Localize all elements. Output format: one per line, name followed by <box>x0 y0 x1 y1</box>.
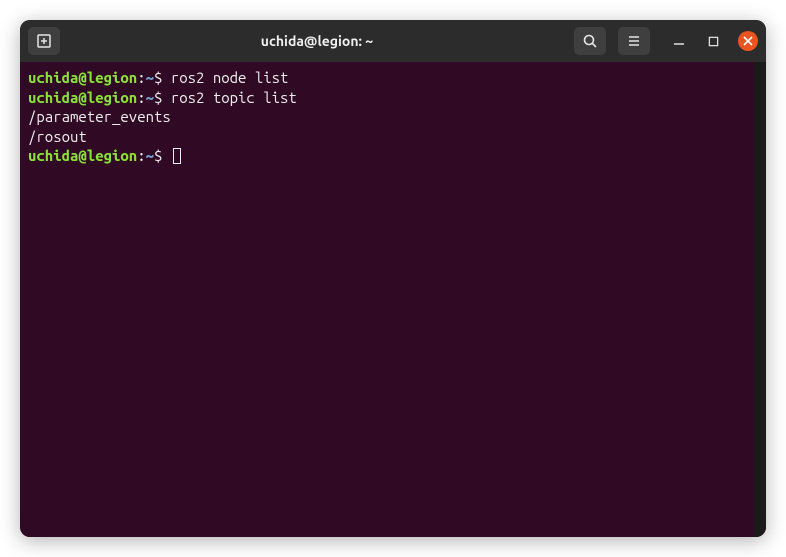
search-icon <box>582 33 598 49</box>
terminal-line: uchida@legion:~$ <box>28 146 746 166</box>
close-button[interactable] <box>738 31 758 51</box>
terminal-line: uchida@legion:~$ ros2 topic list <box>28 88 746 108</box>
prompt-colon: : <box>137 147 145 164</box>
titlebar-right <box>574 27 758 55</box>
maximize-button[interactable] <box>704 32 722 50</box>
command-text: ros2 topic list <box>162 89 296 106</box>
prompt-user: uchida@legion <box>28 69 137 86</box>
menu-button[interactable] <box>618 27 650 55</box>
minimize-button[interactable] <box>670 32 688 50</box>
new-tab-icon <box>36 33 52 49</box>
command-text: ros2 node list <box>162 69 288 86</box>
terminal-window: uchida@legion: ~ <box>20 20 766 537</box>
close-icon <box>743 36 753 46</box>
minimize-icon <box>673 35 685 47</box>
terminal-line: uchida@legion:~$ ros2 node list <box>28 68 746 88</box>
cursor-icon <box>173 148 181 164</box>
window-controls <box>670 31 758 51</box>
hamburger-icon <box>626 33 642 49</box>
terminal-body[interactable]: uchida@legion:~$ ros2 node list uchida@l… <box>20 62 766 537</box>
prompt-colon: : <box>137 69 145 86</box>
output-line: /parameter_events <box>28 107 746 127</box>
prompt-user: uchida@legion <box>28 89 137 106</box>
search-button[interactable] <box>574 27 606 55</box>
new-tab-button[interactable] <box>28 27 60 55</box>
window-title: uchida@legion: ~ <box>66 33 568 49</box>
output-line: /rosout <box>28 127 746 147</box>
prompt-path: ~ <box>146 69 154 86</box>
prompt-path: ~ <box>146 89 154 106</box>
prompt-path: ~ <box>146 147 154 164</box>
maximize-icon <box>708 36 719 47</box>
command-text <box>162 147 170 164</box>
titlebar-left <box>28 27 60 55</box>
titlebar: uchida@legion: ~ <box>20 20 766 62</box>
prompt-colon: : <box>137 89 145 106</box>
prompt-user: uchida@legion <box>28 147 137 164</box>
